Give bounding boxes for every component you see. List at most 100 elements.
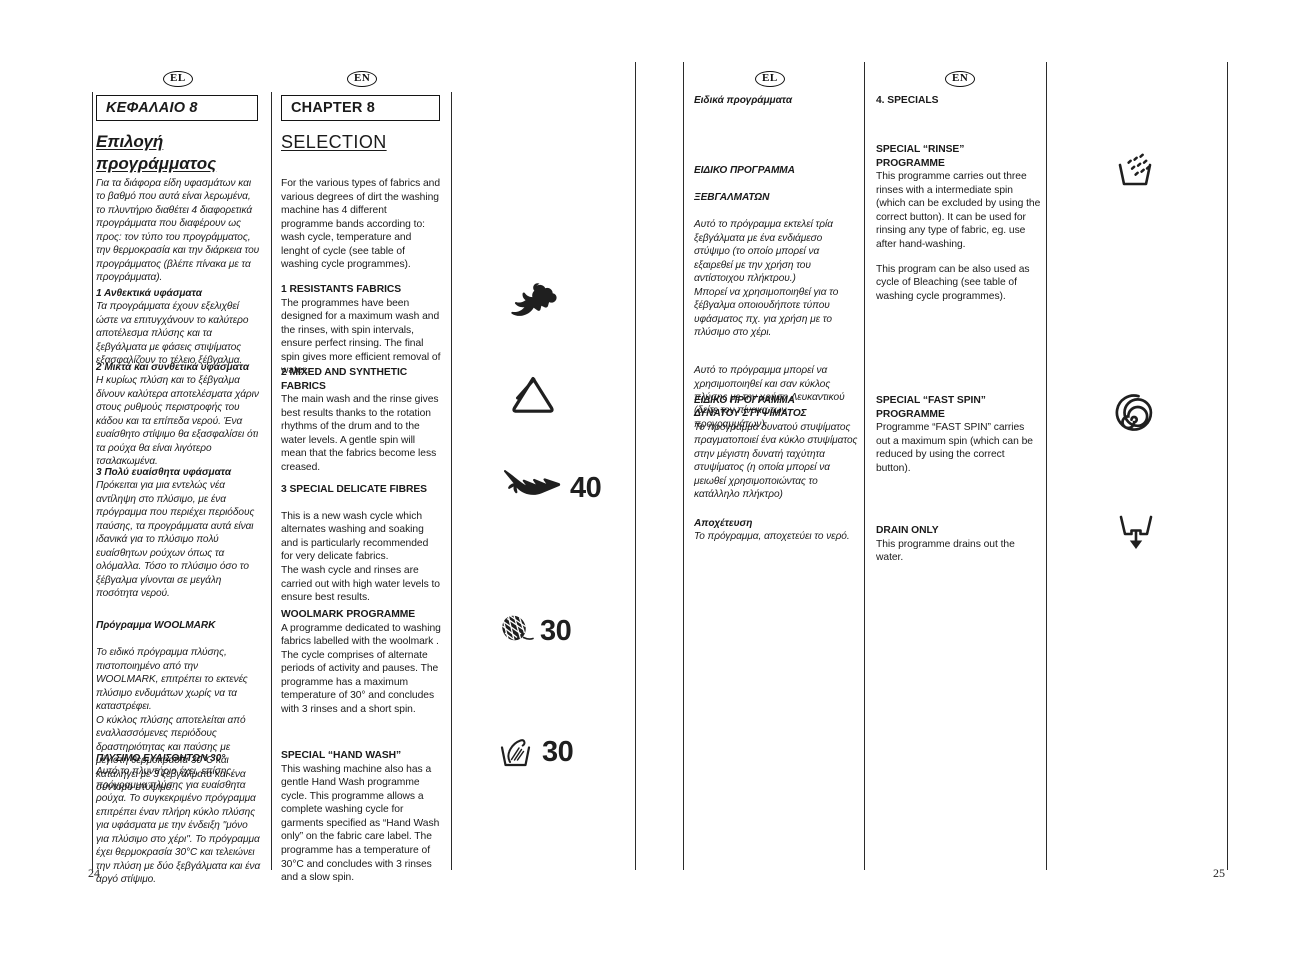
symbol-delicate-temp-label: 40	[570, 471, 602, 504]
chapter-box-en: CHAPTER 8	[281, 95, 440, 121]
symbol-mixed-synthetic-fabrics	[508, 372, 558, 418]
right-section-el-1-heading1: ΕΙΔΙΚΟ ΠΡΟΓΡΑΜΜΑ	[694, 165, 795, 177]
section-en-3-heading: 3 SPECIAL DELICATE FIBRES	[281, 483, 427, 495]
rule-left-el-outer	[92, 92, 93, 870]
badge-en-left: EN	[347, 71, 378, 87]
right-section-el-1-heading2: ΞΕΒΓΑΛΜΑΤΩΝ	[694, 192, 770, 204]
right-section-en-1-body2: This program can be also used as cycle o…	[876, 263, 1030, 302]
symbol-resistants-fabrics	[505, 283, 563, 327]
right-section-en-1: SPECIAL “RINSE” PROGRAMME This programme…	[876, 143, 1041, 303]
right-section-en-1-body1: This programme carries out three rinses …	[876, 171, 1041, 251]
cotton-boll-icon	[511, 283, 557, 316]
right-page-title-el: Ειδικά προγράμματα	[694, 94, 859, 107]
page-title-en: SELECTION	[281, 131, 441, 154]
right-section-en-3: DRAIN ONLY This programme drains out the…	[876, 524, 1041, 565]
rule-left-outer	[635, 62, 636, 870]
section-en-4-heading: WOOLMARK PROGRAMME	[281, 609, 416, 620]
right-section-el-1-body1: Αυτό το πρόγραμμα εκτελεί τρία ξεβγάλματ…	[694, 219, 839, 339]
badge-el-right: EL	[755, 71, 785, 87]
symbol-woolmark-temp-label: 30	[540, 614, 572, 647]
badge-en-right: EN	[945, 71, 976, 87]
page-title-en-text: SELECTION	[281, 132, 387, 152]
intro-en-text: For the various types of fabrics and var…	[281, 178, 441, 271]
feather-delicate-icon	[503, 470, 561, 495]
symbol-fast-spin-programme	[1114, 392, 1156, 434]
section-el-5: ΠΛΥΣΙΜΟ ΕΥΑΙΣΘΗΤΩΝ 30° Αυτό το πλυντήριο…	[96, 752, 262, 887]
section-el-1: 1 Ανθεκτικά υφάσματα Τα προγράμματα έχου…	[96, 287, 262, 368]
right-section-en-2-heading2: PROGRAMME	[876, 408, 945, 420]
rule-left-en-sym	[451, 92, 452, 870]
synthetics-triangle-icon	[512, 376, 554, 413]
right-page-title-el-text: Ειδικά προγράμματα	[694, 95, 793, 106]
right-section-el-2: ΕΙΔΙΚΟ ΠΡΟΓΡΑΜΜΑ ΔΥΝΑΤΟΥ ΣΤΥΨΙΜΑΤΟΣ Το π…	[694, 394, 859, 502]
section-en-5-body: This washing machine also has a gentle H…	[281, 763, 440, 884]
right-section-el-2-body1: Το πρόγραμμα δυνατού στυψίματος πραγματο…	[694, 421, 858, 501]
page-number-right: 25	[1213, 866, 1225, 880]
symbol-rinse-programme	[1114, 148, 1160, 190]
right-section-en-1-heading1: SPECIAL “RINSE”	[876, 144, 965, 155]
section-el-3: 3 Πολύ ευαίσθητα υφάσματα Πρόκειται για …	[96, 466, 262, 601]
section-en-5: SPECIAL “HAND WASH” This washing machine…	[281, 749, 441, 885]
chapter-box-el: ΚΕΦΑΛΑΙΟ 8	[96, 95, 258, 121]
section-en-1-heading: 1 RESISTANTS FABRICS	[281, 284, 402, 295]
intro-en: For the various types of fabrics and var…	[281, 177, 441, 272]
section-en-2-body: The main wash and the rinse gives best r…	[281, 394, 439, 474]
symbol-drain-only	[1114, 510, 1158, 554]
section-en-3-body: This is a new wash cycle which alternate…	[281, 510, 440, 604]
rule-right-outer	[683, 62, 684, 870]
symbol-special-hand-wash: 30	[497, 733, 574, 771]
section-el-3-body: Πρόκειται για μια εντελώς νέα αντίληψη σ…	[96, 480, 255, 600]
section-el-2: 2 Μικτά και συνθετικά υφάσματα Η κυρίως …	[96, 361, 262, 469]
rule-right-en-sym	[1046, 62, 1047, 870]
right-section-en-2-body1: Programme “FAST SPIN” carries out a maxi…	[876, 422, 1033, 474]
section-el-5-body: Αυτό το πλυντήριο έχει, επίσης, πρόγραμμ…	[96, 766, 261, 886]
section-el-4-heading: Πρόγραμμα WOOLMARK	[96, 620, 216, 632]
wool-yarn-icon	[502, 614, 534, 641]
hand-wash-basin-icon	[500, 739, 531, 767]
chapter-label-el: ΚΕΦΑΛΑΙΟ 8	[106, 100, 198, 116]
rule-right-el-en	[864, 62, 865, 870]
right-section-el-3: Αποχέτευση Το πρόγραμμα, αποχετεύει το ν…	[694, 517, 859, 544]
section-el-3-heading: 3 Πολύ ευαίσθητα υφάσματα	[96, 467, 232, 478]
section-en-2-heading: 2 MIXED AND SYNTHETIC FABRICS	[281, 367, 408, 392]
symbol-woolmark-programme: 30	[497, 613, 572, 649]
right-section-en-2: SPECIAL “FAST SPIN” PROGRAMME Programme …	[876, 394, 1041, 475]
section-en-4-body: A programme dedicated to washing fabrics…	[281, 622, 441, 716]
section-en-5-heading: SPECIAL “HAND WASH”	[281, 750, 402, 761]
drain-basin-arrow-icon	[1119, 515, 1153, 549]
right-section-el-3-heading1: Αποχέτευση	[694, 518, 753, 529]
right-section-el-2-heading1: ΕΙΔΙΚΟ ΠΡΟΓΡΑΜΜΑ	[694, 395, 795, 406]
section-en-2: 2 MIXED AND SYNTHETIC FABRICS The main w…	[281, 366, 441, 475]
right-section-en-3-heading1: DRAIN ONLY	[876, 525, 939, 536]
rinse-basin-icon	[1118, 153, 1152, 186]
page-title-el-line1: Επιλογή	[96, 132, 164, 151]
section-el-2-heading: 2 Μικτά και συνθετικά υφάσματα	[96, 362, 250, 373]
right-section-en-3-body1: This programme drains out the water.	[876, 538, 1015, 564]
right-section-el-3-body1: Το πρόγραμμα, αποχετεύει το νερό.	[694, 531, 850, 543]
right-section-en-1-heading2: PROGRAMME	[876, 157, 945, 169]
right-page-title-en: 4. SPECIALS	[876, 94, 1041, 108]
right-section-en-2-heading1: SPECIAL “FAST SPIN”	[876, 395, 986, 406]
rule-right-sym-outer	[1227, 62, 1228, 870]
right-section-el-2-heading2: ΔΥΝΑΤΟΥ ΣΤΥΨΙΜΑΤΟΣ	[694, 408, 807, 420]
rule-left-el-en	[271, 92, 272, 870]
fast-spin-spiral-icon	[1115, 394, 1153, 431]
section-el-2-body: Η κυρίως πλύση και το ξέβγαλμα δίνουν κα…	[96, 375, 259, 468]
page-title-el-line2: προγράμματος	[96, 153, 217, 173]
page-title-el: Επιλογή προγράμματος	[96, 131, 261, 175]
section-en-4: WOOLMARK PROGRAMME A programme dedicated…	[281, 608, 441, 717]
symbol-special-delicate-fibres: 40	[503, 468, 602, 508]
section-el-5-heading: ΠΛΥΣΙΜΟ ΕΥΑΙΣΘΗΤΩΝ 30°	[96, 753, 226, 764]
right-page-title-en-text: 4. SPECIALS	[876, 95, 939, 106]
section-en-1: 1 RESISTANTS FABRICS The programmes have…	[281, 283, 441, 378]
section-el-1-body: Τα προγράμματα έχουν εξελιχθεί ώστε να ε…	[96, 301, 249, 367]
section-el-1-heading: 1 Ανθεκτικά υφάσματα	[96, 288, 202, 299]
intro-el-text: Για τα διάφορα είδη υφασμάτων και το βαθ…	[96, 178, 260, 284]
intro-el: Για τα διάφορα είδη υφασμάτων και το βαθ…	[96, 177, 262, 285]
page-number-left: 24	[88, 866, 100, 880]
badge-el-left: EL	[163, 71, 193, 87]
symbol-hand-wash-temp-label: 30	[542, 735, 574, 768]
section-en-3: 3 SPECIAL DELICATE FIBRES This is a new …	[281, 469, 441, 618]
manual-page-spread: EL EN EL EN ΚΕΦΑΛΑΙΟ 8 Επιλογή προγράμμα…	[0, 0, 1308, 954]
chapter-label-en: CHAPTER 8	[291, 100, 375, 116]
